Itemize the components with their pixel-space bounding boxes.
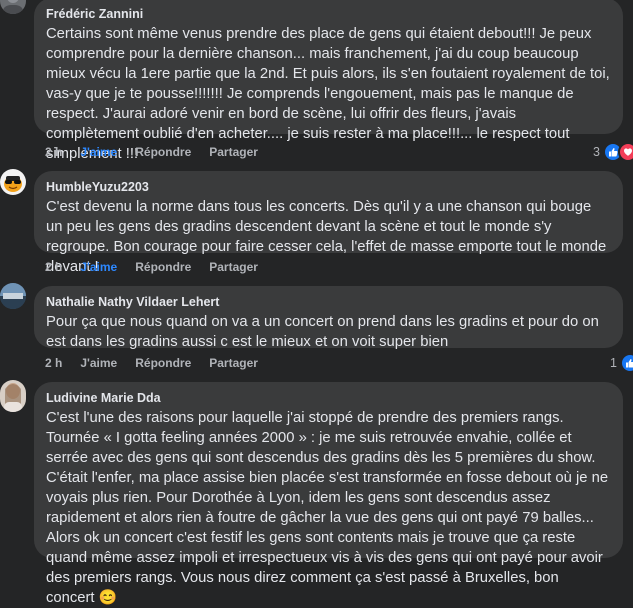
comment-time[interactable]: 2 h: [45, 145, 62, 159]
reaction-summary[interactable]: 1: [610, 353, 633, 373]
comment-bubble: Ludivine Marie Dda C'est l'une des raiso…: [34, 382, 623, 606]
like-icon: [619, 353, 633, 373]
avatar[interactable]: [0, 169, 26, 195]
like-button[interactable]: J'aime: [80, 356, 117, 370]
comment-bubble: Frédéric Zannini Certains sont même venu…: [34, 0, 623, 162]
reply-button[interactable]: Répondre: [135, 260, 191, 274]
reply-button[interactable]: Répondre: [135, 145, 191, 159]
reaction-count: 3: [593, 145, 600, 159]
comment-bubble: HumbleYuzu2203 C'est devenu la norme dan…: [34, 171, 623, 275]
avatar[interactable]: [0, 0, 26, 14]
comment-time[interactable]: 2 h: [45, 356, 62, 370]
reaction-summary[interactable]: 3: [593, 142, 633, 162]
comment-author[interactable]: HumbleYuzu2203: [46, 179, 611, 195]
comment-author[interactable]: Nathalie Nathy Vildaer Lehert: [46, 294, 611, 310]
comment-actions: 2 h J'aime Répondre Partager: [45, 356, 276, 370]
love-icon: [617, 142, 633, 162]
comment-time[interactable]: 2 h: [45, 260, 62, 274]
comment-text: Pour ça que nous quand on va a un concer…: [46, 314, 599, 350]
share-button[interactable]: Partager: [209, 260, 258, 274]
comment-text: C'est l'une des raisons pour laquelle j'…: [46, 410, 609, 606]
comment-author[interactable]: Frédéric Zannini: [46, 6, 611, 22]
comment-actions: 2 h J'aime Répondre Partager: [45, 145, 276, 159]
comment-text: Certains sont même venus prendre des pla…: [46, 26, 610, 162]
share-button[interactable]: Partager: [209, 356, 258, 370]
avatar[interactable]: [0, 380, 26, 412]
comment-bubble: Nathalie Nathy Vildaer Lehert Pour ça qu…: [34, 286, 623, 350]
reply-button[interactable]: Répondre: [135, 356, 191, 370]
avatar[interactable]: [0, 283, 26, 309]
reaction-count: 1: [610, 356, 617, 370]
like-button[interactable]: J'aime: [80, 260, 117, 274]
like-button[interactable]: J'aime: [80, 145, 117, 159]
comment-author[interactable]: Ludivine Marie Dda: [46, 390, 611, 406]
share-button[interactable]: Partager: [209, 145, 258, 159]
comment-actions: 2 h J'aime Répondre Partager: [45, 260, 276, 274]
